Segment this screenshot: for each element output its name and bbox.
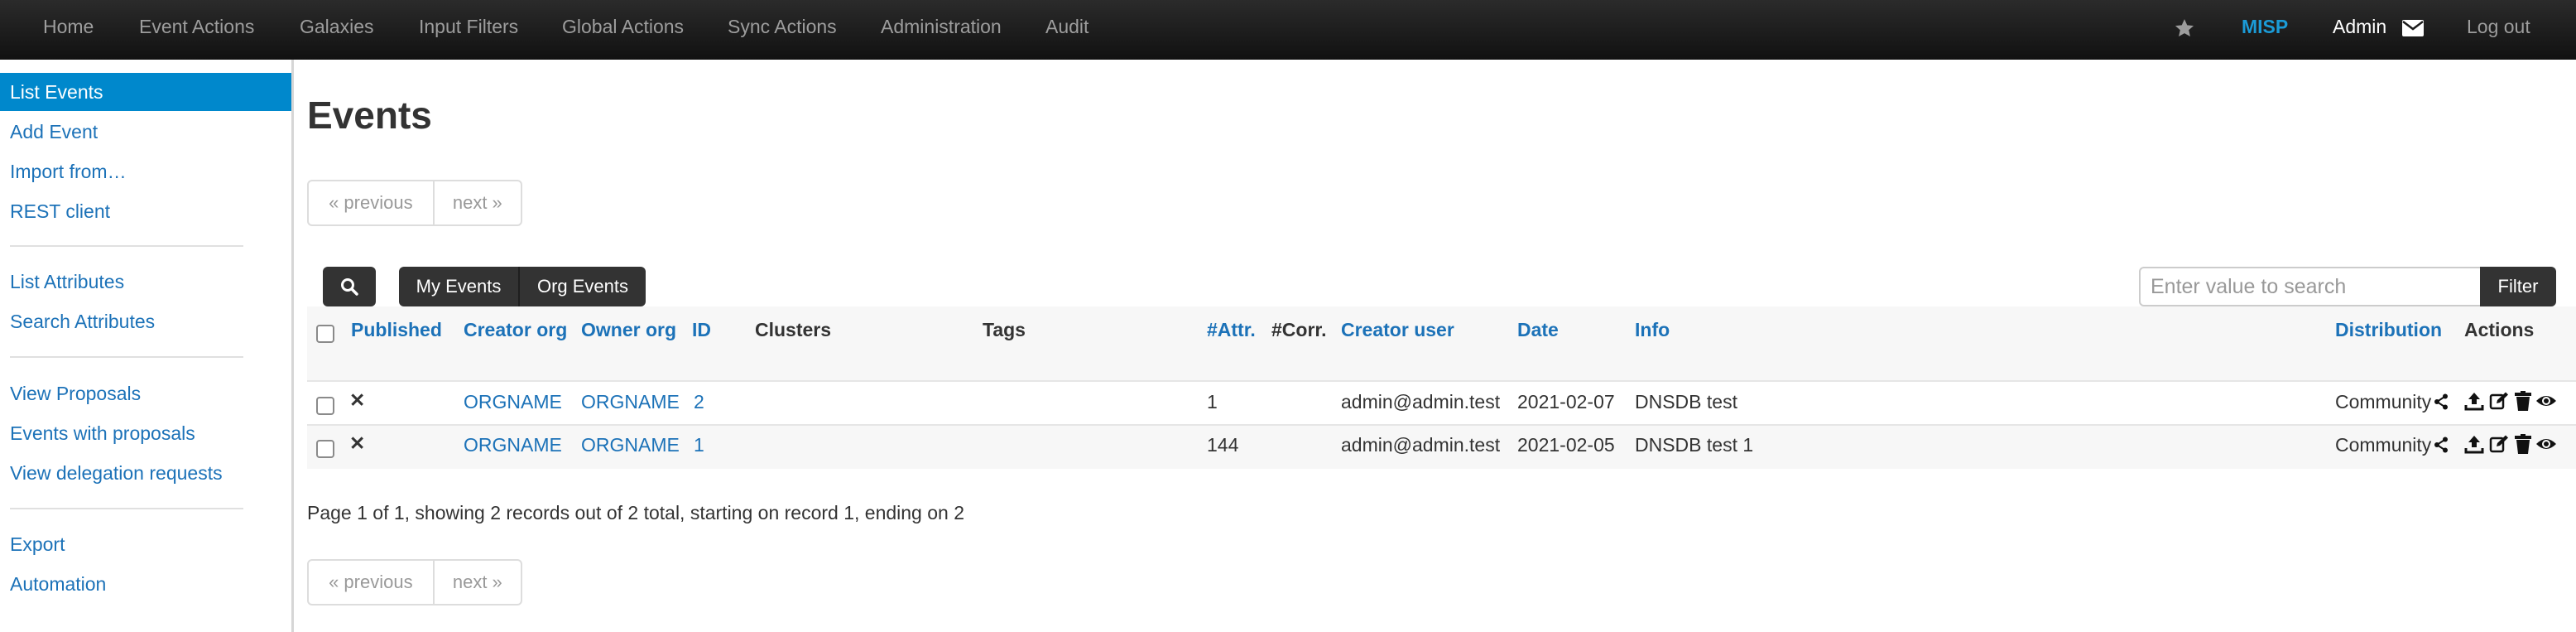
column-info[interactable]: Info	[1635, 319, 1670, 341]
search-icon	[341, 278, 358, 296]
sidebar-divider	[10, 508, 243, 509]
edit-icon[interactable]	[2489, 434, 2509, 459]
event-id-link[interactable]: 1	[694, 434, 704, 456]
top-navbar: Home Event Actions Galaxies Input Filter…	[0, 0, 2576, 60]
share-icon	[2434, 393, 2449, 415]
upload-icon[interactable]	[2464, 434, 2484, 459]
creator-org-link[interactable]: ORGNAME	[464, 434, 562, 456]
column-date[interactable]: Date	[1517, 319, 1559, 341]
event-info: DNSDB test 1	[1635, 434, 1754, 456]
nav-input-filters[interactable]: Input Filters	[419, 0, 518, 60]
creator-user: admin@admin.test	[1341, 434, 1501, 456]
sidebar-item-automation[interactable]: Automation	[0, 565, 291, 603]
page-title: Events	[307, 94, 432, 137]
pagination-summary: Page 1 of 1, showing 2 records out of 2 …	[307, 502, 965, 523]
unpublished-icon: ✕	[349, 432, 366, 454]
table-header	[307, 306, 2576, 381]
logout-link[interactable]: Log out	[2467, 0, 2530, 60]
my-events-button[interactable]: My Events	[399, 267, 518, 306]
upload-icon[interactable]	[2464, 391, 2484, 416]
nav-home[interactable]: Home	[43, 0, 94, 60]
distribution-label: Community	[2335, 391, 2432, 412]
sidebar-item-view-delegation-requests[interactable]: View delegation requests	[0, 454, 291, 492]
row-select-checkbox[interactable]	[316, 397, 334, 415]
column-actions: Actions	[2464, 319, 2535, 340]
creator-org-link[interactable]: ORGNAME	[464, 391, 562, 413]
user-admin-link[interactable]: Admin	[2333, 0, 2386, 60]
distribution-label: Community	[2335, 434, 2432, 456]
unpublished-icon: ✕	[349, 389, 366, 411]
column-clusters: Clusters	[755, 319, 832, 340]
column-id[interactable]: ID	[692, 319, 711, 341]
nav-event-actions[interactable]: Event Actions	[139, 0, 254, 60]
star-icon[interactable]	[2174, 0, 2195, 60]
column-corr-count: #Corr.	[1271, 319, 1327, 340]
sidebar-item-add-event[interactable]: Add Event	[0, 113, 291, 151]
pagination-top: « previous next »	[307, 180, 522, 226]
previous-page-button[interactable]: « previous	[309, 561, 435, 604]
sidebar-divider	[10, 245, 243, 247]
sidebar-item-events-with-proposals[interactable]: Events with proposals	[0, 414, 291, 452]
column-distribution[interactable]: Distribution	[2335, 319, 2442, 341]
attr-count: 1	[1207, 391, 1218, 412]
column-creator-user[interactable]: Creator user	[1341, 319, 1454, 341]
event-date: 2021-02-05	[1517, 434, 1615, 456]
column-owner-org[interactable]: Owner org	[581, 319, 676, 341]
column-tags: Tags	[983, 319, 1026, 340]
next-page-button[interactable]: next »	[435, 561, 521, 604]
search-toggle-button[interactable]	[323, 267, 376, 306]
nav-sync-actions[interactable]: Sync Actions	[728, 0, 837, 60]
owner-org-link[interactable]: ORGNAME	[581, 434, 680, 456]
select-all-checkbox[interactable]	[316, 325, 334, 343]
nav-audit[interactable]: Audit	[1045, 0, 1089, 60]
nav-administration[interactable]: Administration	[881, 0, 1002, 60]
attr-count: 144	[1207, 434, 1239, 456]
filter-button[interactable]: Filter	[2480, 267, 2556, 306]
event-date: 2021-02-07	[1517, 391, 1615, 412]
envelope-icon[interactable]	[2402, 0, 2424, 60]
pagination-bottom: « previous next »	[307, 559, 522, 605]
sidebar: List Events Add Event Import from… REST …	[0, 60, 294, 632]
sidebar-item-export[interactable]: Export	[0, 525, 291, 563]
next-page-button[interactable]: next »	[435, 181, 521, 224]
trash-icon[interactable]	[2514, 391, 2532, 416]
event-info: DNSDB test	[1635, 391, 1737, 412]
event-id-link[interactable]: 2	[694, 391, 704, 413]
previous-page-button[interactable]: « previous	[309, 181, 435, 224]
creator-user: admin@admin.test	[1341, 391, 1501, 412]
column-published[interactable]: Published	[351, 319, 442, 341]
column-attr-count[interactable]: #Attr.	[1207, 319, 1256, 341]
sidebar-item-search-attributes[interactable]: Search Attributes	[0, 302, 291, 340]
sidebar-item-list-attributes[interactable]: List Attributes	[0, 263, 291, 301]
sidebar-item-rest-client[interactable]: REST client	[0, 192, 291, 230]
column-creator-org[interactable]: Creator org	[464, 319, 567, 341]
edit-icon[interactable]	[2489, 391, 2509, 416]
sidebar-item-view-proposals[interactable]: View Proposals	[0, 374, 291, 412]
nav-galaxies[interactable]: Galaxies	[300, 0, 373, 60]
nav-global-actions[interactable]: Global Actions	[562, 0, 684, 60]
sidebar-divider	[10, 356, 243, 358]
search-input[interactable]	[2139, 267, 2482, 306]
owner-org-link[interactable]: ORGNAME	[581, 391, 680, 413]
sidebar-item-list-events[interactable]: List Events	[0, 73, 291, 111]
org-events-button[interactable]: Org Events	[520, 267, 646, 306]
trash-icon[interactable]	[2514, 434, 2532, 459]
share-icon	[2434, 436, 2449, 458]
eye-icon[interactable]	[2535, 391, 2557, 416]
eye-icon[interactable]	[2535, 434, 2557, 459]
sidebar-item-import-from[interactable]: Import from…	[0, 152, 291, 191]
misp-brand-link[interactable]: MISP	[2242, 0, 2288, 60]
row-select-checkbox[interactable]	[316, 440, 334, 458]
